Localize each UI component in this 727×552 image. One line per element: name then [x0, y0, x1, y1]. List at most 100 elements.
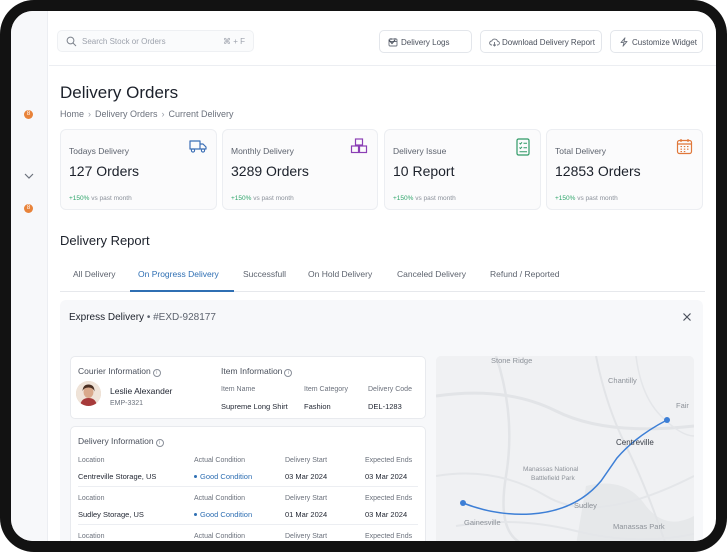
breadcrumb: Home › Delivery Orders › Current Delivery: [60, 109, 234, 119]
tab-refund-reported[interactable]: Refund / Reported: [490, 269, 559, 279]
tab-canceled-delivery[interactable]: Canceled Delivery: [397, 269, 466, 279]
location-value: Sudley Storage, US: [78, 510, 144, 519]
delivery-map[interactable]: Stone Ridge Chantilly Fair Centreville M…: [436, 356, 694, 541]
condition-header: Actual Condition: [194, 457, 245, 464]
info-icon[interactable]: i: [284, 369, 293, 377]
customize-widget-label: Customize Widget: [632, 38, 697, 47]
tab-all-delivery[interactable]: All Delivery: [73, 269, 116, 279]
stat-card-total-delivery: Total Delivery 12853 Orders +150% vs pas…: [546, 129, 703, 210]
stat-card-todays-delivery: Todays Delivery 127 Orders +150% vs past…: [60, 129, 217, 210]
stat-value: 10 Report: [393, 163, 455, 179]
status-dot: [194, 475, 197, 478]
tab-successfull[interactable]: Successfull: [243, 269, 286, 279]
courier-name: Leslie Alexander: [110, 386, 173, 396]
stat-change-value: +150%: [555, 195, 576, 202]
stat-change: +150% vs past month: [69, 195, 132, 202]
item-name-label: Item Name: [221, 386, 256, 393]
lightning-icon: [620, 37, 628, 47]
breadcrumb-delivery-orders[interactable]: Delivery Orders: [95, 109, 158, 119]
section-title: Delivery Report: [60, 233, 150, 248]
sidebar-badge[interactable]: 8: [24, 204, 33, 213]
truck-icon: [189, 140, 207, 153]
cloud-download-icon: [489, 38, 500, 47]
search-placeholder: Search Stock or Orders: [82, 37, 166, 46]
close-icon[interactable]: [682, 312, 692, 322]
sidebar-badge[interactable]: 8: [24, 110, 33, 119]
stat-label: Delivery Issue: [393, 146, 447, 156]
stat-value: 3289 Orders: [231, 163, 309, 179]
delivery-info-card: Delivery Information i Location Actual Co…: [70, 426, 426, 541]
delivery-info-heading: Delivery Information i: [78, 436, 164, 447]
expected-value: 03 Mar 2024: [365, 472, 408, 481]
stat-change-value: +150%: [231, 195, 252, 202]
app-screen: 8 8 Search Stock or Orders ⌘ + F Deliver…: [11, 11, 716, 541]
map-label: Centreville: [616, 438, 654, 447]
map-label: Chantilly: [608, 376, 637, 385]
tab-on-progress-delivery[interactable]: On Progress Delivery: [138, 269, 219, 279]
expected-value: 03 Mar 2024: [365, 510, 408, 519]
stat-change-value: +150%: [69, 195, 90, 202]
location-header: Location: [78, 457, 105, 464]
location-header: Location: [78, 533, 105, 540]
breadcrumb-home[interactable]: Home: [60, 109, 84, 119]
chevron-down-icon[interactable]: [23, 171, 35, 181]
courier-item-card: Courier Information i Leslie Alexander EM…: [70, 356, 426, 419]
condition-header: Actual Condition: [194, 533, 245, 540]
boxes-icon: [350, 138, 368, 154]
avatar: [76, 381, 101, 406]
expected-header: Expected Ends: [365, 533, 413, 540]
breadcrumb-current: Current Delivery: [168, 109, 234, 119]
delivery-code-label: Delivery Code: [368, 386, 412, 393]
map-label: Manassas Park: [613, 522, 665, 531]
item-info-heading: Item Information i: [221, 366, 293, 377]
map-label: Stone Ridge: [491, 356, 533, 365]
map-roads: [436, 356, 694, 541]
start-header: Delivery Start: [285, 457, 328, 464]
checklist-icon: [516, 138, 530, 156]
tab-on-hold-delivery[interactable]: On Hold Delivery: [308, 269, 372, 279]
delivery-code-value: DEL-1283: [368, 402, 402, 411]
map-label: Sudley: [574, 501, 597, 510]
location-header: Location: [78, 495, 105, 502]
item-category-label: Item Category: [304, 386, 348, 393]
info-icon[interactable]: i: [152, 369, 161, 377]
item-category-value: Fashion: [304, 402, 331, 411]
delivery-logs-label: Delivery Logs: [401, 38, 450, 47]
map-label: Gainesville: [464, 518, 501, 527]
stat-change-suffix: vs past month: [415, 195, 456, 202]
stat-change: +150% vs past month: [393, 195, 456, 202]
info-icon[interactable]: i: [155, 439, 164, 447]
stat-value: 12853 Orders: [555, 163, 641, 179]
breadcrumb-separator: ›: [88, 109, 92, 119]
map-label: Fair: [676, 401, 689, 410]
expected-header: Expected Ends: [365, 495, 413, 502]
stat-change-suffix: vs past month: [91, 195, 132, 202]
sidebar: 8 8: [11, 11, 48, 541]
download-report-label: Download Delivery Report: [502, 38, 595, 47]
courier-info-heading: Courier Information i: [78, 366, 161, 377]
tablet-frame: 8 8 Search Stock or Orders ⌘ + F Deliver…: [0, 0, 727, 552]
main-content: Search Stock or Orders ⌘ + F Delivery Lo…: [49, 11, 716, 541]
customize-widget-button[interactable]: Customize Widget: [610, 30, 703, 53]
start-value: 01 Mar 2024: [285, 510, 328, 519]
condition-value: Good Condition: [194, 472, 252, 481]
stat-card-monthly-delivery: Monthly Delivery 3289 Orders +150% vs pa…: [222, 129, 378, 210]
delivery-id: #EXD-928177: [153, 312, 216, 323]
start-value: 03 Mar 2024: [285, 472, 328, 481]
delivery-detail-header: Express Delivery • #EXD-928177: [69, 312, 216, 323]
location-value: Centreville Storage, US: [78, 472, 157, 481]
stat-change-value: +150%: [393, 195, 414, 202]
stat-change-suffix: vs past month: [577, 195, 618, 202]
stat-change-suffix: vs past month: [253, 195, 294, 202]
start-header: Delivery Start: [285, 533, 328, 540]
map-label: Battlefield Park: [531, 475, 575, 482]
search-input[interactable]: Search Stock or Orders ⌘ + F: [57, 30, 254, 52]
item-name-value: Supreme Long Shirt: [221, 402, 288, 411]
download-report-button[interactable]: Download Delivery Report: [480, 30, 602, 53]
start-header: Delivery Start: [285, 495, 328, 502]
delivery-logs-dropdown[interactable]: Delivery Logs: [379, 30, 472, 53]
search-shortcut: ⌘ + F: [222, 37, 245, 46]
status-dot: [194, 513, 197, 516]
stat-card-delivery-issue: Delivery Issue 10 Report +150% vs past m…: [384, 129, 541, 210]
condition-header: Actual Condition: [194, 495, 245, 502]
